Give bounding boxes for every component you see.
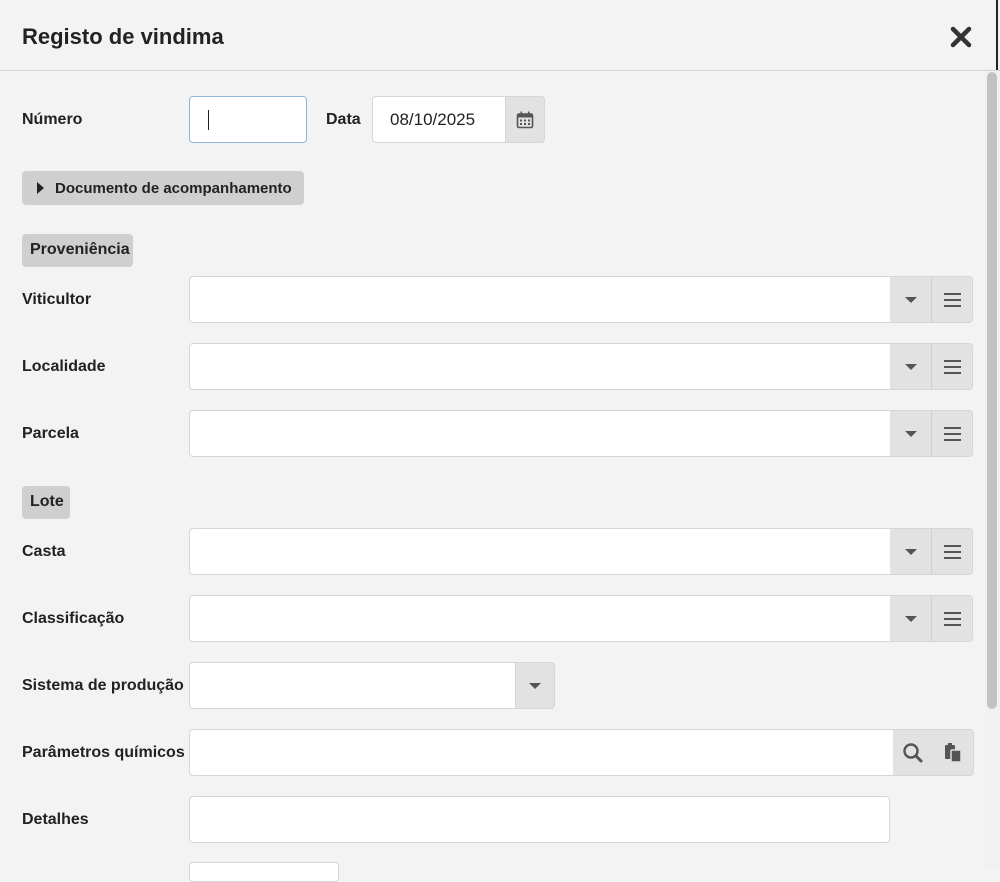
viticultor-list-button[interactable] (931, 276, 973, 323)
triangle-right-icon (37, 182, 44, 194)
next-field-input[interactable] (189, 862, 339, 882)
sistema-producao-dropdown-button[interactable] (515, 662, 555, 709)
caret-down-icon (529, 683, 541, 689)
casta-combo (189, 528, 973, 575)
clipboard-icon (945, 743, 962, 763)
localidade-input[interactable] (189, 343, 891, 390)
list-icon (944, 612, 961, 626)
casta-input[interactable] (189, 528, 891, 575)
parametros-quimicos-input[interactable] (189, 729, 894, 776)
close-button[interactable] (948, 24, 974, 50)
data-label: Data (326, 111, 361, 128)
localidade-dropdown-button[interactable] (890, 343, 931, 390)
list-icon (944, 545, 961, 559)
sistema-producao-select (189, 662, 555, 709)
numero-label: Número (22, 111, 83, 128)
numero-input[interactable] (189, 96, 307, 143)
scrollbar-thumb[interactable] (987, 72, 997, 709)
calendar-button[interactable] (505, 96, 545, 143)
parcela-combo (189, 410, 973, 457)
classificacao-list-button[interactable] (931, 595, 973, 642)
viticultor-dropdown-button[interactable] (890, 276, 931, 323)
detalhes-input[interactable] (189, 796, 890, 843)
list-icon (944, 293, 961, 307)
sistema-producao-input[interactable] (189, 662, 516, 709)
documento-toggle-label: Documento de acompanhamento (55, 180, 292, 197)
vertical-scrollbar[interactable] (985, 71, 1000, 867)
viticultor-label: Viticultor (22, 291, 92, 308)
dialog-title: Registo de vindima (22, 24, 224, 49)
data-value: 08/10/2025 (390, 110, 476, 129)
parcela-input[interactable] (189, 410, 891, 457)
paste-button[interactable] (933, 729, 974, 776)
classificacao-label: Classificação (22, 610, 125, 627)
caret-down-icon (905, 549, 917, 555)
detalhes-label: Detalhes (22, 811, 89, 828)
viticultor-input[interactable] (189, 276, 891, 323)
text-caret (208, 110, 209, 130)
data-input[interactable]: 08/10/2025 (372, 96, 545, 143)
sistema-producao-label: Sistema de produção (22, 677, 184, 694)
classificacao-input[interactable] (189, 595, 891, 642)
window-edge (996, 0, 998, 70)
caret-down-icon (905, 297, 917, 303)
section-proveniencia: Proveniência (22, 234, 133, 267)
parametros-quimicos-label: Parâmetros químicos (22, 744, 185, 761)
parametros-quimicos-group (189, 729, 974, 776)
close-icon (950, 26, 972, 48)
classificacao-dropdown-button[interactable] (890, 595, 931, 642)
parcela-label: Parcela (22, 425, 79, 442)
localidade-label: Localidade (22, 358, 106, 375)
caret-down-icon (905, 616, 917, 622)
localidade-combo (189, 343, 973, 390)
parcela-dropdown-button[interactable] (890, 410, 931, 457)
parcela-list-button[interactable] (931, 410, 973, 457)
list-icon (944, 360, 961, 374)
casta-label: Casta (22, 543, 66, 560)
caret-down-icon (905, 431, 917, 437)
calendar-icon (516, 111, 534, 128)
section-lote: Lote (22, 486, 70, 519)
list-icon (944, 427, 961, 441)
search-button[interactable] (893, 729, 933, 776)
viticultor-combo (189, 276, 973, 323)
casta-list-button[interactable] (931, 528, 973, 575)
casta-dropdown-button[interactable] (890, 528, 931, 575)
localidade-list-button[interactable] (931, 343, 973, 390)
search-icon (903, 743, 923, 763)
dialog-header: Registo de vindima (0, 0, 1000, 71)
caret-down-icon (905, 364, 917, 370)
documento-toggle[interactable]: Documento de acompanhamento (22, 171, 304, 205)
classificacao-combo (189, 595, 973, 642)
